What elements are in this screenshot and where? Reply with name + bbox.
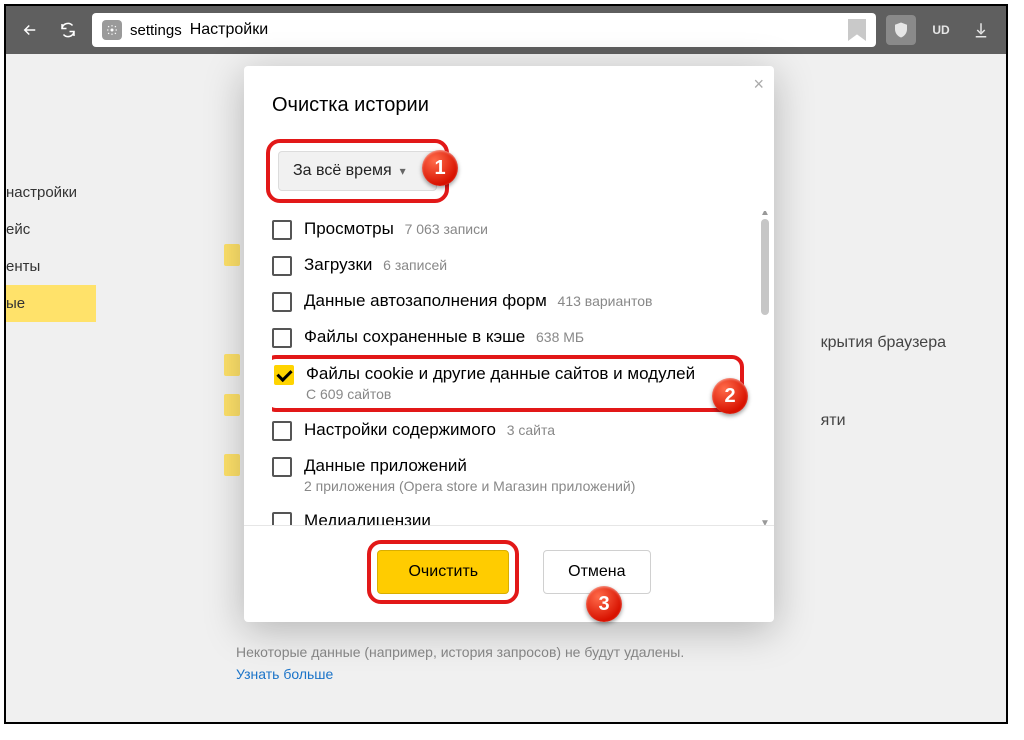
callout-badge-1: 1 xyxy=(422,150,458,186)
footer-link[interactable]: Узнать больше xyxy=(236,666,684,682)
reload-button[interactable] xyxy=(54,16,82,44)
settings-icon xyxy=(102,20,122,40)
scroll-thumb[interactable] xyxy=(761,219,769,315)
checkbox[interactable] xyxy=(272,292,292,312)
time-range-label: За всё время xyxy=(293,162,392,180)
footer-note-area: Некоторые данные (например, история запр… xyxy=(236,644,684,682)
option-sub: 413 вариантов xyxy=(558,293,653,309)
highlight-mark xyxy=(224,394,240,416)
clear-button[interactable]: Очистить xyxy=(377,550,509,594)
highlight-mark xyxy=(224,454,240,476)
option-sub: С 609 сайтов xyxy=(306,386,734,404)
bg-text-line: крытия браузера xyxy=(821,304,946,382)
sidebar: настройки ейс енты ые xyxy=(6,174,96,322)
option-row[interactable]: Данные автозаполнения форм 413 вариантов xyxy=(272,283,744,319)
option-row[interactable]: Медиалицензии xyxy=(272,503,744,526)
bg-text: крытия браузера яти xyxy=(821,304,946,460)
option-row-highlighted[interactable]: Файлы cookie и другие данные сайтов и мо… xyxy=(272,355,744,412)
options-list: Просмотры 7 063 записи Загрузки 6 записе… xyxy=(272,211,760,525)
bookmark-icon[interactable] xyxy=(848,19,866,41)
dialog-title: Очистка истории xyxy=(244,66,774,129)
footer-note: Некоторые данные (например, история запр… xyxy=(236,644,684,660)
option-row[interactable]: Просмотры 7 063 записи xyxy=(272,211,744,247)
option-label: Данные приложений xyxy=(304,456,467,475)
option-sub: 638 МБ xyxy=(536,329,584,345)
option-row[interactable]: Загрузки 6 записей xyxy=(272,247,744,283)
chevron-down-icon: ▾ xyxy=(400,164,406,178)
browser-toolbar: settings Настройки UD xyxy=(6,6,1006,54)
checkbox[interactable] xyxy=(272,421,292,441)
option-label: Файлы cookie и другие данные сайтов и мо… xyxy=(306,364,695,383)
checkbox-checked[interactable] xyxy=(274,365,294,385)
callout-badge-3: 3 xyxy=(586,586,622,622)
option-label: Медиалицензии xyxy=(304,511,431,526)
scroll-down-icon[interactable]: ▼ xyxy=(760,518,770,525)
address-text: Настройки xyxy=(190,21,268,39)
address-bar[interactable]: settings Настройки xyxy=(92,13,876,47)
sidebar-item[interactable]: енты xyxy=(6,248,96,285)
checkbox[interactable] xyxy=(272,512,292,526)
highlight-mark xyxy=(224,354,240,376)
option-row[interactable]: Файлы сохраненные в кэше 638 МБ xyxy=(272,319,744,355)
option-sub: 7 063 записи xyxy=(405,221,488,237)
sidebar-item[interactable]: настройки xyxy=(6,174,96,211)
shield-icon[interactable] xyxy=(886,15,916,45)
sidebar-item[interactable]: ейс xyxy=(6,211,96,248)
back-button[interactable] xyxy=(16,16,44,44)
scroll-up-icon[interactable]: ▲ xyxy=(760,211,770,218)
close-icon[interactable]: × xyxy=(753,74,764,95)
option-row[interactable]: Настройки содержимого 3 сайта xyxy=(272,412,744,448)
address-prefix: settings xyxy=(130,22,182,39)
callout-badge-2: 2 xyxy=(712,378,748,414)
time-range-select[interactable]: За всё время ▾ xyxy=(278,151,437,191)
option-sub: 2 приложения (Opera store и Магазин прил… xyxy=(304,478,744,496)
option-label: Загрузки xyxy=(304,255,372,274)
option-label: Настройки содержимого xyxy=(304,420,496,439)
checkbox[interactable] xyxy=(272,457,292,477)
ublock-icon[interactable]: UD xyxy=(926,15,956,45)
dialog-footer: Очистить Отмена xyxy=(244,525,774,622)
scrollbar[interactable]: ▲ ▼ xyxy=(760,211,770,525)
checkbox[interactable] xyxy=(272,256,292,276)
downloads-icon[interactable] xyxy=(966,15,996,45)
checkbox[interactable] xyxy=(272,328,292,348)
option-label: Файлы сохраненные в кэше xyxy=(304,327,525,346)
sidebar-item-active[interactable]: ые xyxy=(6,285,96,322)
option-label: Просмотры xyxy=(304,219,394,238)
option-sub: 3 сайта xyxy=(507,422,555,438)
bg-text-line: яти xyxy=(821,382,946,460)
option-row[interactable]: Данные приложений 2 приложения (Opera st… xyxy=(272,448,744,503)
option-sub: 6 записей xyxy=(383,257,447,273)
callout-highlight-3: Очистить xyxy=(367,540,519,604)
highlight-mark xyxy=(224,244,240,266)
option-label: Данные автозаполнения форм xyxy=(304,291,547,310)
clear-history-dialog: × Очистка истории За всё время ▾ Просмот… xyxy=(244,66,774,622)
checkbox[interactable] xyxy=(272,220,292,240)
